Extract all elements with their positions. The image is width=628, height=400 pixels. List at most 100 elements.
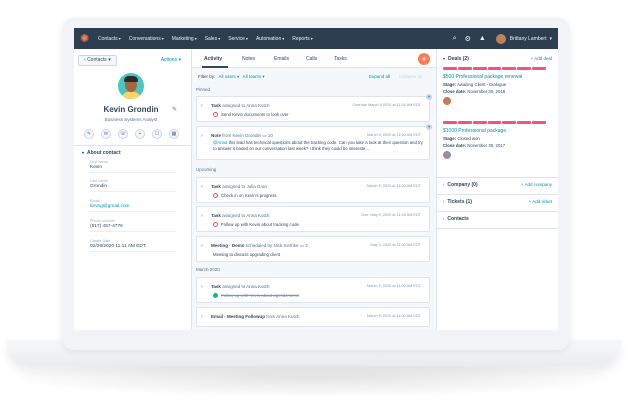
contact-avatar [118, 73, 144, 99]
field-email[interactable]: Email kevng@gmail.com [90, 199, 176, 212]
chevron-down-icon: ▾ [443, 56, 446, 61]
contacts-section-toggle[interactable]: › Contacts [443, 216, 469, 222]
actions-dropdown[interactable]: Actions ▾ [161, 57, 181, 63]
chevron-down-icon[interactable]: ▾ [549, 36, 552, 42]
deal-owner-avatar [443, 151, 451, 159]
association-sidebar: ▾ Deals (2) + Add deal $500 Professional … [436, 49, 558, 330]
chevron-down-icon: ▾ [178, 57, 181, 63]
tab-activity[interactable]: Activity [204, 56, 222, 62]
task-icon[interactable]: ☐ [152, 129, 162, 139]
calendar-icon[interactable]: ▦ [169, 129, 179, 139]
field-first-name[interactable]: First name Kevin [90, 160, 176, 173]
bell-icon[interactable]: ▲ [479, 35, 486, 42]
group-upcoming: Upcoming [196, 167, 217, 172]
chevron-down-icon: ▾ [310, 35, 313, 41]
active-tab-indicator [202, 66, 228, 68]
nav-reports[interactable]: Reports▾ [292, 36, 313, 42]
chevron-right-icon[interactable]: › [201, 184, 203, 190]
group-march-2020: March 2020 [196, 267, 220, 272]
deal-card[interactable]: $500 Professional package renewal Stage:… [443, 67, 547, 105]
tab-emails[interactable]: Emails [274, 56, 289, 62]
deal-name-link[interactable]: $1000 Professional package [443, 128, 547, 134]
company-section-toggle[interactable]: › Company (0) [443, 182, 478, 188]
pencil-icon[interactable]: ✎ [172, 106, 177, 113]
chevron-right-icon[interactable]: › [201, 213, 203, 219]
phone-icon[interactable]: ☏ [118, 129, 128, 139]
chevron-right-icon[interactable]: › [201, 103, 203, 109]
filter-bar: Filter by: All users ▾ All teams ▾ [198, 74, 265, 79]
tab-calls[interactable]: Calls [306, 56, 317, 62]
deal-owner-avatar [443, 97, 451, 105]
timeline-card[interactable]: › Task assigned to Anna Kutch March 9, 2… [196, 277, 430, 303]
timeline-card[interactable]: ✦ › Note from Kevin Grondin ▭ 10 March 9… [196, 124, 432, 160]
task-checkbox[interactable] [213, 222, 218, 228]
comment-icon: ▭ [262, 133, 267, 138]
chevron-right-icon[interactable]: › [201, 284, 203, 290]
tab-notes[interactable]: Notes [242, 56, 255, 62]
timeline-card[interactable]: › Task assigned to Anna Kutch Due: May 9… [196, 206, 430, 232]
crm-screen: ✺ Contacts▾ Conversations▾ Marketing▾ Sa… [74, 28, 558, 330]
timeline-card[interactable]: › Email · Meeting Followup from Anna Kut… [196, 307, 430, 327]
chevron-right-icon: › [443, 182, 445, 187]
back-to-contacts-button[interactable]: ‹ Contacts ▾ [78, 55, 117, 66]
user-name[interactable]: Brittany Lambert [510, 36, 547, 42]
nav-service[interactable]: Service▾ [228, 36, 248, 42]
chevron-down-icon: ▾ [218, 35, 221, 41]
sprocket-icon[interactable]: ✺ [80, 33, 92, 45]
task-checkbox[interactable] [213, 193, 218, 199]
chevron-down-icon: ▾ [82, 150, 85, 155]
pin-icon[interactable]: ✦ [426, 94, 432, 100]
note-icon[interactable]: ✎ [84, 129, 94, 139]
pipeline-stripes [443, 67, 547, 70]
tickets-section-toggle[interactable]: › Tickets (1) [443, 199, 472, 205]
about-contact-toggle[interactable]: ▾ About contact [82, 150, 121, 156]
top-nav: ✺ Contacts▾ Conversations▾ Marketing▾ Sa… [74, 28, 558, 49]
nav-conversations[interactable]: Conversations▾ [129, 36, 164, 42]
activity-panel: Activity Notes Emails Calls Tasks + Filt… [192, 49, 436, 330]
user-avatar[interactable] [495, 33, 506, 44]
chevron-right-icon[interactable]: › [201, 133, 203, 139]
chevron-right-icon[interactable]: › [201, 243, 203, 249]
add-activity-button[interactable]: + [418, 53, 430, 65]
search-icon[interactable]: ⌕ [453, 35, 457, 43]
nav-automation[interactable]: Automation▾ [256, 36, 284, 42]
task-checkbox-checked[interactable] [213, 293, 218, 299]
person-icon: ▾ [108, 57, 111, 63]
tab-tasks[interactable]: Tasks [334, 56, 347, 62]
gear-icon[interactable]: ⚙ [465, 35, 471, 43]
deals-section-toggle[interactable]: ▾ Deals (2) [443, 56, 469, 62]
add-ticket-link[interactable]: + Add ticket [529, 199, 552, 204]
add-icon[interactable]: + [135, 129, 145, 139]
deal-card[interactable]: $1000 Professional package Stage: Closed… [443, 121, 547, 159]
group-pinned: Pinned [196, 87, 211, 92]
comment-icon: ▭ [299, 243, 305, 248]
chevron-down-icon: ▾ [282, 35, 285, 41]
pin-icon[interactable]: ✦ [426, 124, 432, 130]
pipeline-stripes [443, 121, 547, 124]
timeline-card[interactable]: ✦ › Task assigned to Anna Kutch Overdue … [196, 94, 432, 122]
quick-actions: ✎ ✉ ☏ + ☐ ▦ [84, 129, 186, 139]
deal-name-link[interactable]: $500 Professional package renewal [443, 74, 547, 80]
chevron-down-icon: ▾ [118, 35, 121, 41]
timeline-card[interactable]: › Task assigned to Julia Gran March 9, 2… [196, 177, 430, 203]
add-company-link[interactable]: + Add company [521, 182, 552, 187]
email-icon[interactable]: ✉ [101, 129, 111, 139]
nav-contacts[interactable]: Contacts▾ [98, 36, 121, 42]
nav-sales[interactable]: Sales▾ [205, 36, 221, 42]
field-last-name[interactable]: Last name Grondin [90, 179, 176, 192]
filter-users-dropdown[interactable]: All users ▾ [219, 74, 240, 79]
divider [437, 177, 558, 178]
collapse-all-link[interactable]: Collapse all [399, 74, 422, 79]
filter-teams-dropdown[interactable]: All teams ▾ [243, 74, 265, 79]
chevron-down-icon: ▾ [194, 35, 197, 41]
add-deal-link[interactable]: + Add deal [531, 56, 552, 61]
divider [437, 194, 558, 195]
field-create-date[interactable]: Create Date 02/28/2020 11:11 AM EDT [90, 239, 176, 252]
task-checkbox[interactable] [213, 112, 218, 118]
chevron-down-icon: ▾ [245, 35, 248, 41]
chevron-right-icon[interactable]: › [201, 314, 203, 320]
expand-all-link[interactable]: Expand all [369, 74, 390, 79]
timeline-card[interactable]: › Meeting · Demo scheduled by Nick Kirsh… [196, 236, 430, 262]
nav-marketing[interactable]: Marketing▾ [172, 36, 197, 42]
field-phone[interactable]: Phone number (617) 457-4776 [90, 219, 176, 232]
